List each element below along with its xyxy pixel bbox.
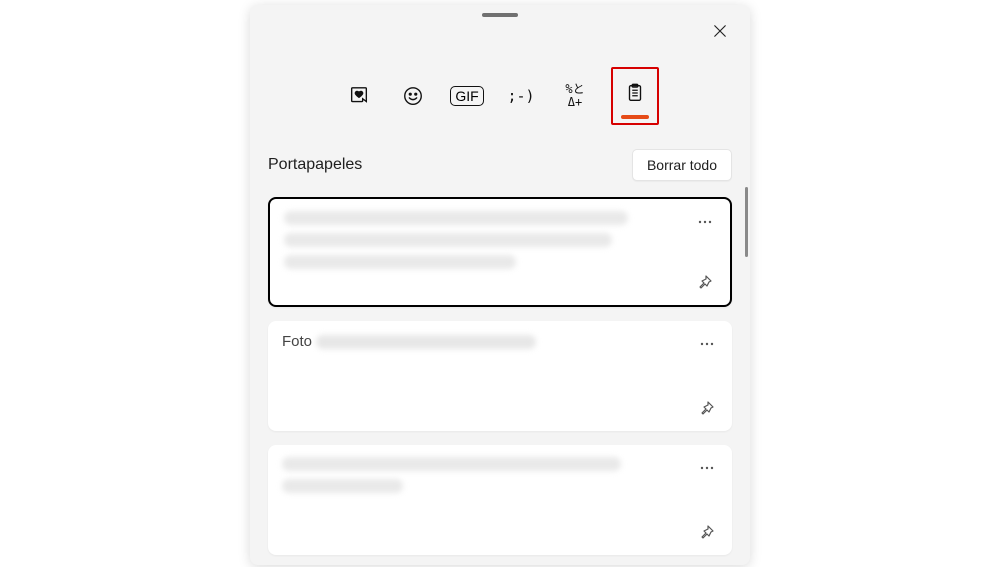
close-button[interactable] bbox=[708, 19, 732, 43]
category-tab-row: GIF ;-) %と Δ+ bbox=[268, 67, 732, 125]
pin-button[interactable] bbox=[694, 395, 720, 421]
pin-icon bbox=[699, 400, 715, 416]
symbols-icon: %と Δ+ bbox=[565, 83, 584, 108]
clipboard-item[interactable]: Foto bbox=[268, 321, 732, 431]
clipboard-item-actions bbox=[694, 331, 720, 421]
clipboard-item-actions bbox=[692, 209, 718, 295]
ellipsis-icon bbox=[699, 460, 715, 476]
section-title: Portapapeles bbox=[268, 156, 362, 174]
more-options-button[interactable] bbox=[694, 331, 720, 357]
tab-kaomoji[interactable]: ;-) bbox=[503, 78, 539, 114]
drag-handle[interactable] bbox=[482, 13, 518, 17]
clipboard-section-header: Portapapeles Borrar todo bbox=[268, 149, 732, 181]
clipboard-item-content bbox=[282, 457, 718, 503]
more-options-button[interactable] bbox=[694, 455, 720, 481]
clear-all-button[interactable]: Borrar todo bbox=[632, 149, 732, 181]
clipboard-icon bbox=[624, 82, 646, 104]
tab-recent[interactable] bbox=[341, 78, 377, 114]
scrollbar[interactable] bbox=[745, 187, 748, 257]
clipboard-tab-highlight bbox=[611, 67, 659, 125]
tab-emoji[interactable] bbox=[395, 78, 431, 114]
sticker-heart-icon bbox=[348, 85, 370, 107]
more-options-button[interactable] bbox=[692, 209, 718, 235]
ellipsis-icon bbox=[697, 214, 713, 230]
clipboard-item[interactable] bbox=[268, 197, 732, 307]
clipboard-item-list: Foto bbox=[268, 197, 732, 555]
smiley-icon bbox=[402, 85, 424, 107]
ellipsis-icon bbox=[699, 336, 715, 352]
pin-button[interactable] bbox=[692, 269, 718, 295]
clipboard-item-actions bbox=[694, 455, 720, 545]
clipboard-item-text: Foto bbox=[282, 333, 312, 350]
gif-icon: GIF bbox=[450, 86, 483, 106]
tab-gif[interactable]: GIF bbox=[449, 78, 485, 114]
pin-icon bbox=[699, 524, 715, 540]
clipboard-item[interactable] bbox=[268, 445, 732, 555]
pin-icon bbox=[697, 274, 713, 290]
active-tab-indicator bbox=[621, 115, 649, 119]
tab-clipboard[interactable] bbox=[617, 75, 653, 111]
close-icon bbox=[713, 24, 727, 38]
clipboard-item-content bbox=[284, 211, 716, 279]
emoji-clipboard-panel: GIF ;-) %と Δ+ Portapapeles Borrar t bbox=[250, 5, 750, 565]
tab-symbols[interactable]: %と Δ+ bbox=[557, 78, 593, 114]
clipboard-item-content: Foto bbox=[282, 333, 718, 360]
pin-button[interactable] bbox=[694, 519, 720, 545]
kaomoji-icon: ;-) bbox=[507, 87, 534, 105]
